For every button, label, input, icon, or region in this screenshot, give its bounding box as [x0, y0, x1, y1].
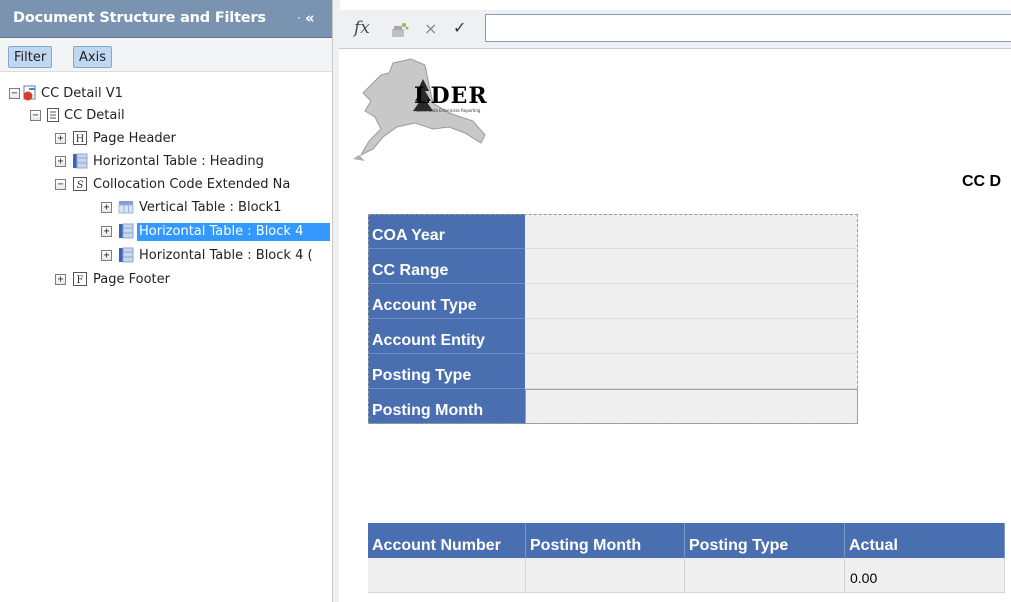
row-header[interactable]: Posting Month: [368, 389, 525, 424]
column-header[interactable]: Actual: [845, 523, 1005, 558]
footer-icon: F: [73, 272, 87, 286]
row-header[interactable]: COA Year: [368, 214, 525, 249]
expand-toggle[interactable]: +: [55, 274, 66, 285]
panel-menu-dot[interactable]: ·: [297, 0, 301, 37]
tree-item-label: Page Footer: [93, 272, 170, 287]
row-header[interactable]: Posting Type: [368, 354, 525, 389]
horizontal-table-icon: [119, 247, 134, 263]
expand-toggle[interactable]: +: [55, 156, 66, 167]
collapse-panel-icon[interactable]: «: [305, 0, 315, 36]
tree-item-label: Horizontal Table : Heading: [93, 154, 264, 169]
table-cell[interactable]: [525, 214, 858, 249]
tree-item-vertical-table-block1[interactable]: + Vertical Table : Block1: [0, 197, 332, 219]
tree-item-cc-detail[interactable]: − CC Detail: [0, 105, 332, 127]
column-header[interactable]: Account Number: [368, 523, 526, 558]
table-row: CC Range: [368, 249, 858, 284]
column-header[interactable]: Posting Type: [685, 523, 845, 558]
row-header[interactable]: Account Entity: [368, 319, 525, 354]
tree-item-label: CC Detail: [64, 108, 125, 123]
column-header[interactable]: Posting Month: [526, 523, 685, 558]
tree-item-horizontal-table-block4-2[interactable]: + Horizontal Table : Block 4 (: [0, 245, 332, 267]
table-cell-actual[interactable]: 0.00: [845, 558, 1005, 593]
formula-bar: fx × ✓: [339, 10, 1011, 49]
tab-axis[interactable]: Axis: [73, 46, 112, 68]
table-row: Posting Month: [368, 389, 858, 424]
row-header[interactable]: Account Type: [368, 284, 525, 319]
formula-input[interactable]: [485, 14, 1011, 42]
tree-item-label: CC Detail V1: [41, 86, 123, 101]
collapse-toggle[interactable]: −: [55, 179, 66, 190]
tree-item-label: Page Header: [93, 131, 176, 146]
table-cell[interactable]: [525, 389, 858, 424]
table-cell[interactable]: [685, 558, 845, 593]
horizontal-table-icon: [73, 153, 88, 169]
formula-editor-icon[interactable]: [390, 22, 410, 38]
tree-item-page-header[interactable]: + H Page Header: [0, 128, 332, 150]
svg-text:F: F: [77, 275, 84, 286]
table-row: COA Year: [368, 214, 858, 249]
panel-tab-strip: Filter Axis: [0, 38, 332, 72]
collapse-toggle[interactable]: −: [30, 110, 41, 121]
tree-item-label: Horizontal Table : Block 4 (: [139, 248, 313, 263]
table-row: Account Type: [368, 284, 858, 319]
table-cell[interactable]: [368, 558, 526, 593]
table-row: Posting Type: [368, 354, 858, 389]
table-cell[interactable]: [526, 558, 685, 593]
tab-filter[interactable]: Filter: [8, 46, 53, 68]
document-structure-panel: Document Structure and Filters · « Filte…: [0, 0, 333, 602]
document-icon: [23, 85, 36, 101]
tree-item-collocation-code-section[interactable]: − S Collocation Code Extended Na: [0, 174, 332, 196]
table-cell[interactable]: [525, 249, 858, 284]
tree-item-horizontal-table-block4[interactable]: + Horizontal Table : Block 4: [0, 221, 332, 243]
tree-item-page-footer[interactable]: + F Page Footer: [0, 269, 332, 291]
tree-item-label-selected: Horizontal Table : Block 4: [137, 223, 330, 241]
report-canvas: LDER Alaska Data Enterprise Reporting CC…: [339, 49, 1011, 602]
header-icon: H: [73, 131, 87, 145]
tree-item-horizontal-table-heading[interactable]: + Horizontal Table : Heading: [0, 151, 332, 173]
logo-subtitle: Alaska Data Enterprise Reporting: [414, 108, 481, 113]
table-cell[interactable]: [525, 354, 858, 389]
table-cell[interactable]: [525, 319, 858, 354]
section-icon: S: [73, 177, 87, 191]
logo-text: LDER: [414, 83, 488, 109]
expand-toggle[interactable]: +: [101, 202, 112, 213]
panel-header: Document Structure and Filters · «: [0, 0, 332, 38]
report-icon: [47, 108, 59, 122]
table-row: Account Entity: [368, 319, 858, 354]
table-cell[interactable]: [525, 284, 858, 319]
report-title: CC D: [962, 173, 1002, 190]
cancel-icon[interactable]: ×: [424, 19, 437, 38]
expand-toggle[interactable]: +: [101, 226, 112, 237]
horizontal-table-icon: [119, 223, 134, 239]
tree-item-label: Collocation Code Extended Na: [93, 177, 291, 192]
row-header[interactable]: CC Range: [368, 249, 525, 284]
validate-icon[interactable]: ✓: [453, 18, 466, 37]
svg-text:H: H: [76, 134, 85, 145]
expand-toggle[interactable]: +: [101, 250, 112, 261]
fx-icon[interactable]: fx: [354, 18, 370, 38]
tree-item-cc-detail-v1[interactable]: − CC Detail V1: [0, 83, 332, 105]
tree-item-label: Vertical Table : Block1: [139, 200, 282, 215]
expand-toggle[interactable]: +: [55, 133, 66, 144]
svg-text:S: S: [77, 180, 84, 191]
panel-title: Document Structure and Filters: [13, 10, 266, 26]
vertical-table-icon: [118, 201, 134, 214]
collapse-toggle[interactable]: −: [9, 88, 20, 99]
